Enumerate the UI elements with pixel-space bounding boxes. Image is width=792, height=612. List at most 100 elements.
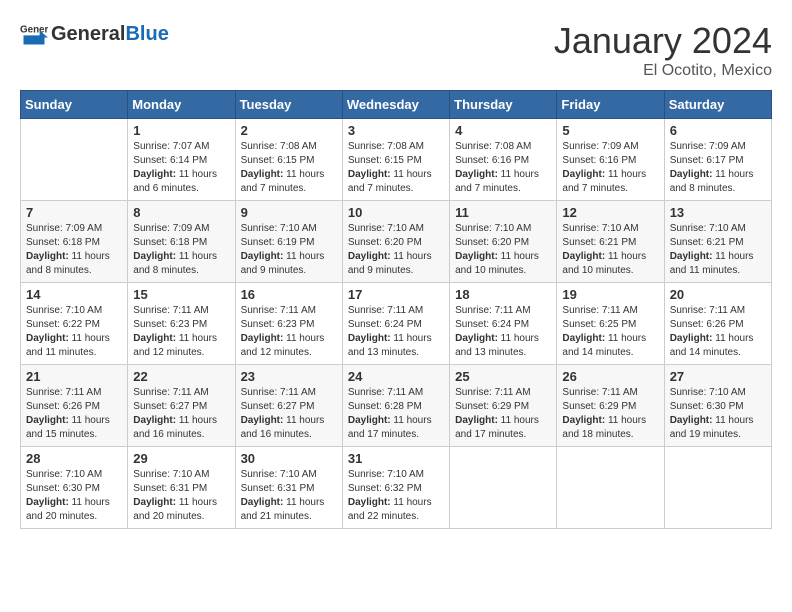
cell-content: Sunrise: 7:10 AMSunset: 6:21 PMDaylight:…	[562, 222, 658, 278]
location-title: El Ocotito, Mexico	[554, 62, 772, 80]
day-number: 11	[455, 205, 551, 220]
sunset-text: Sunset: 6:24 PM	[455, 318, 551, 332]
sunrise-text: Sunrise: 7:10 AM	[241, 468, 337, 482]
daylight-text: Daylight: 11 hours and 10 minutes.	[455, 250, 551, 278]
sunrise-text: Sunrise: 7:11 AM	[455, 386, 551, 400]
day-number: 24	[348, 369, 444, 384]
day-number: 21	[26, 369, 122, 384]
calendar-cell: 16 Sunrise: 7:11 AMSunset: 6:23 PMDayligh…	[235, 283, 342, 365]
calendar-header: SundayMondayTuesdayWednesdayThursdayFrid…	[21, 91, 772, 119]
sunrise-text: Sunrise: 7:08 AM	[241, 140, 337, 154]
sunset-text: Sunset: 6:21 PM	[562, 236, 658, 250]
sunset-text: Sunset: 6:21 PM	[670, 236, 766, 250]
cell-content: Sunrise: 7:10 AMSunset: 6:30 PMDaylight:…	[26, 468, 122, 524]
sunrise-text: Sunrise: 7:11 AM	[348, 304, 444, 318]
sunset-text: Sunset: 6:23 PM	[241, 318, 337, 332]
calendar-cell: 2 Sunrise: 7:08 AMSunset: 6:15 PMDaylight…	[235, 119, 342, 201]
day-number: 13	[670, 205, 766, 220]
sunrise-text: Sunrise: 7:11 AM	[562, 304, 658, 318]
header-row: SundayMondayTuesdayWednesdayThursdayFrid…	[21, 91, 772, 119]
cell-content: Sunrise: 7:09 AMSunset: 6:18 PMDaylight:…	[26, 222, 122, 278]
day-number: 28	[26, 451, 122, 466]
sunset-text: Sunset: 6:20 PM	[455, 236, 551, 250]
day-header-tuesday: Tuesday	[235, 91, 342, 119]
calendar-week-3: 14Sunrise: 7:10 AMSunset: 6:22 PMDayligh…	[21, 283, 772, 365]
day-number: 29	[133, 451, 229, 466]
calendar-week-1: 1Sunrise: 7:07 AMSunset: 6:14 PMDaylight…	[21, 119, 772, 201]
title-area: January 2024 El Ocotito, Mexico	[554, 20, 772, 80]
daylight-text: Daylight: 11 hours and 7 minutes.	[241, 168, 337, 196]
day-number: 5	[562, 123, 658, 138]
calendar-cell: 17Sunrise: 7:11 AMSunset: 6:24 PMDayligh…	[342, 283, 449, 365]
calendar-cell	[21, 119, 128, 201]
calendar-cell: 4Sunrise: 7:08 AMSunset: 6:16 PMDaylight…	[450, 119, 557, 201]
cell-content: Sunrise: 7:08 AMSunset: 6:15 PMDaylight:…	[348, 140, 444, 196]
svg-text:General: General	[20, 25, 48, 36]
calendar-cell: 28 Sunrise: 7:10 AMSunset: 6:30 PMDayligh…	[21, 447, 128, 529]
sunrise-text: Sunrise: 7:11 AM	[241, 386, 337, 400]
day-number: 3	[348, 123, 444, 138]
sunset-text: Sunset: 6:22 PM	[26, 318, 122, 332]
day-header-wednesday: Wednesday	[342, 91, 449, 119]
calendar-cell: 20Sunrise: 7:11 AMSunset: 6:26 PMDayligh…	[664, 283, 771, 365]
daylight-text: Daylight: 11 hours and 13 minutes.	[455, 332, 551, 360]
sunrise-text: Sunrise: 7:09 AM	[26, 222, 122, 236]
sunrise-text: Sunrise: 7:10 AM	[670, 222, 766, 236]
sunset-text: Sunset: 6:27 PM	[133, 400, 229, 414]
sunrise-text: Sunrise: 7:11 AM	[455, 304, 551, 318]
sunset-text: Sunset: 6:32 PM	[348, 482, 444, 496]
day-header-monday: Monday	[128, 91, 235, 119]
logo: General GeneralBlue	[20, 20, 169, 48]
day-number: 30	[241, 451, 337, 466]
sunrise-text: Sunrise: 7:08 AM	[455, 140, 551, 154]
day-number: 6	[670, 123, 766, 138]
daylight-text: Daylight: 11 hours and 14 minutes.	[562, 332, 658, 360]
cell-content: Sunrise: 7:11 AMSunset: 6:25 PMDaylight:…	[562, 304, 658, 360]
daylight-text: Daylight: 11 hours and 11 minutes.	[26, 332, 122, 360]
cell-content: Sunrise: 7:11 AMSunset: 6:23 PMDaylight:…	[241, 304, 337, 360]
sunset-text: Sunset: 6:14 PM	[133, 154, 229, 168]
sunset-text: Sunset: 6:24 PM	[348, 318, 444, 332]
cell-content: Sunrise: 7:07 AMSunset: 6:14 PMDaylight:…	[133, 140, 229, 196]
day-number: 31	[348, 451, 444, 466]
calendar-cell: 5Sunrise: 7:09 AMSunset: 6:16 PMDaylight…	[557, 119, 664, 201]
sunset-text: Sunset: 6:29 PM	[562, 400, 658, 414]
calendar-cell: 24Sunrise: 7:11 AMSunset: 6:28 PMDayligh…	[342, 365, 449, 447]
day-number: 15	[133, 287, 229, 302]
day-number: 25	[455, 369, 551, 384]
sunrise-text: Sunrise: 7:07 AM	[133, 140, 229, 154]
sunrise-text: Sunrise: 7:09 AM	[133, 222, 229, 236]
calendar-cell: 21Sunrise: 7:11 AMSunset: 6:26 PMDayligh…	[21, 365, 128, 447]
calendar-cell: 29Sunrise: 7:10 AMSunset: 6:31 PMDayligh…	[128, 447, 235, 529]
sunset-text: Sunset: 6:25 PM	[562, 318, 658, 332]
daylight-text: Daylight: 11 hours and 13 minutes.	[348, 332, 444, 360]
cell-content: Sunrise: 7:08 AMSunset: 6:15 PMDaylight:…	[241, 140, 337, 196]
calendar-cell: 23Sunrise: 7:11 AMSunset: 6:27 PMDayligh…	[235, 365, 342, 447]
cell-content: Sunrise: 7:10 AMSunset: 6:20 PMDaylight:…	[348, 222, 444, 278]
sunrise-text: Sunrise: 7:10 AM	[26, 304, 122, 318]
cell-content: Sunrise: 7:10 AMSunset: 6:32 PMDaylight:…	[348, 468, 444, 524]
sunrise-text: Sunrise: 7:11 AM	[348, 386, 444, 400]
day-number: 27	[670, 369, 766, 384]
sunset-text: Sunset: 6:31 PM	[133, 482, 229, 496]
day-number: 16	[241, 287, 337, 302]
sunrise-text: Sunrise: 7:10 AM	[455, 222, 551, 236]
day-number: 18	[455, 287, 551, 302]
sunrise-text: Sunrise: 7:10 AM	[562, 222, 658, 236]
daylight-text: Daylight: 11 hours and 10 minutes.	[562, 250, 658, 278]
cell-content: Sunrise: 7:11 AMSunset: 6:24 PMDaylight:…	[455, 304, 551, 360]
cell-content: Sunrise: 7:11 AMSunset: 6:27 PMDaylight:…	[133, 386, 229, 442]
daylight-text: Daylight: 11 hours and 18 minutes.	[562, 414, 658, 442]
day-number: 20	[670, 287, 766, 302]
day-number: 14	[26, 287, 122, 302]
logo-blue: Blue	[125, 23, 168, 45]
calendar-cell: 13Sunrise: 7:10 AMSunset: 6:21 PMDayligh…	[664, 201, 771, 283]
sunset-text: Sunset: 6:31 PM	[241, 482, 337, 496]
day-number: 2	[241, 123, 337, 138]
daylight-text: Daylight: 11 hours and 22 minutes.	[348, 496, 444, 524]
day-header-saturday: Saturday	[664, 91, 771, 119]
calendar-cell	[664, 447, 771, 529]
sunrise-text: Sunrise: 7:11 AM	[562, 386, 658, 400]
calendar-cell	[450, 447, 557, 529]
page-header: General GeneralBlue January 2024 El Ocot…	[20, 20, 772, 80]
